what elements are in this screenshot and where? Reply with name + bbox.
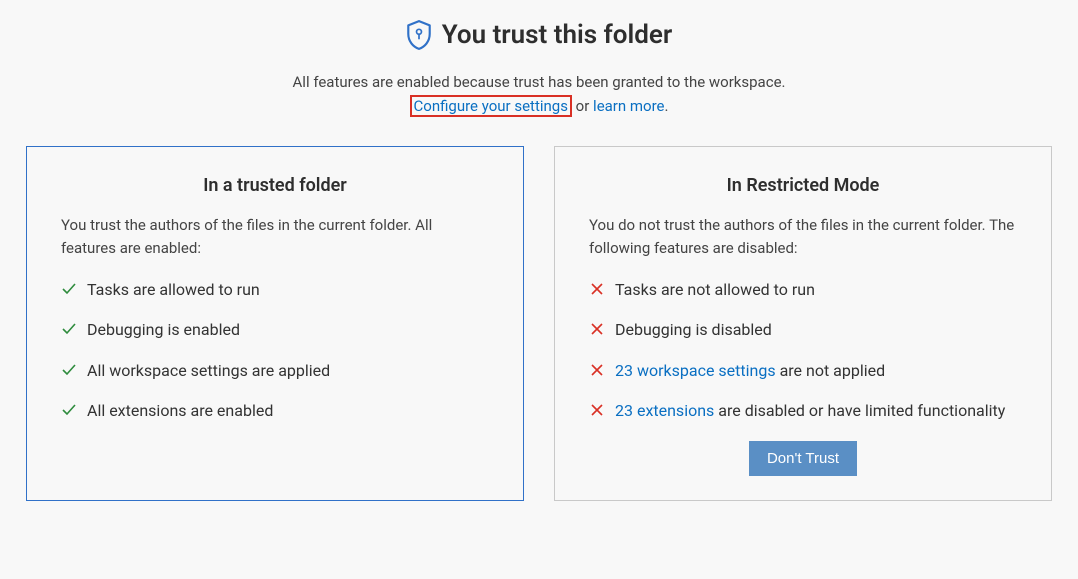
feature-text: Tasks are allowed to run	[87, 279, 260, 301]
button-row: Don't Trust	[589, 441, 1017, 476]
feature-text-after: are not applied	[776, 361, 886, 380]
feature-text: 23 workspace settings are not applied	[615, 360, 885, 382]
list-item: 23 workspace settings are not applied	[589, 360, 1017, 382]
workspace-settings-link[interactable]: 23 workspace settings	[615, 361, 776, 380]
trusted-panel-description: You trust the authors of the files in th…	[61, 214, 489, 259]
shield-trust-icon	[406, 20, 432, 50]
restricted-panel: In Restricted Mode You do not trust the …	[554, 146, 1052, 501]
restricted-panel-description: You do not trust the authors of the file…	[589, 214, 1017, 259]
title-row: You trust this folder	[20, 20, 1058, 50]
feature-text: All workspace settings are applied	[87, 360, 330, 382]
trusted-panel: In a trusted folder You trust the author…	[26, 146, 524, 501]
cross-icon	[589, 321, 605, 337]
learn-more-link[interactable]: learn more	[593, 97, 664, 115]
restricted-panel-title: In Restricted Mode	[589, 175, 1017, 196]
subtitle-prefix: All features are enabled because trust h…	[293, 73, 786, 91]
cross-icon	[589, 281, 605, 297]
extensions-link[interactable]: 23 extensions	[615, 401, 714, 420]
check-icon	[61, 402, 77, 418]
feature-text: 23 extensions are disabled or have limit…	[615, 400, 1005, 422]
cross-icon	[589, 362, 605, 378]
page-title: You trust this folder	[442, 20, 673, 50]
between-text: or	[572, 97, 593, 115]
check-icon	[61, 362, 77, 378]
configure-settings-link[interactable]: Configure your settings	[414, 97, 568, 115]
check-icon	[61, 281, 77, 297]
feature-text-after: are disabled or have limited functionali…	[714, 401, 1005, 420]
feature-text: All extensions are enabled	[87, 400, 273, 422]
list-item: Tasks are allowed to run	[61, 279, 489, 301]
list-item: Debugging is enabled	[61, 319, 489, 341]
list-item: 23 extensions are disabled or have limit…	[589, 400, 1017, 422]
trust-header: You trust this folder All features are e…	[20, 20, 1058, 118]
trusted-panel-title: In a trusted folder	[61, 175, 489, 196]
configure-settings-highlight: Configure your settings	[410, 95, 572, 117]
subtitle: All features are enabled because trust h…	[20, 70, 1058, 118]
panels-container: In a trusted folder You trust the author…	[20, 146, 1058, 501]
subtitle-suffix: .	[665, 97, 669, 115]
list-item: All workspace settings are applied	[61, 360, 489, 382]
list-item: Debugging is disabled	[589, 319, 1017, 341]
feature-text: Debugging is enabled	[87, 319, 240, 341]
list-item: All extensions are enabled	[61, 400, 489, 422]
feature-text: Tasks are not allowed to run	[615, 279, 815, 301]
trusted-feature-list: Tasks are allowed to run Debugging is en…	[61, 279, 489, 423]
check-icon	[61, 321, 77, 337]
list-item: Tasks are not allowed to run	[589, 279, 1017, 301]
feature-text: Debugging is disabled	[615, 319, 772, 341]
dont-trust-button[interactable]: Don't Trust	[749, 441, 857, 476]
cross-icon	[589, 402, 605, 418]
restricted-feature-list: Tasks are not allowed to run Debugging i…	[589, 279, 1017, 423]
